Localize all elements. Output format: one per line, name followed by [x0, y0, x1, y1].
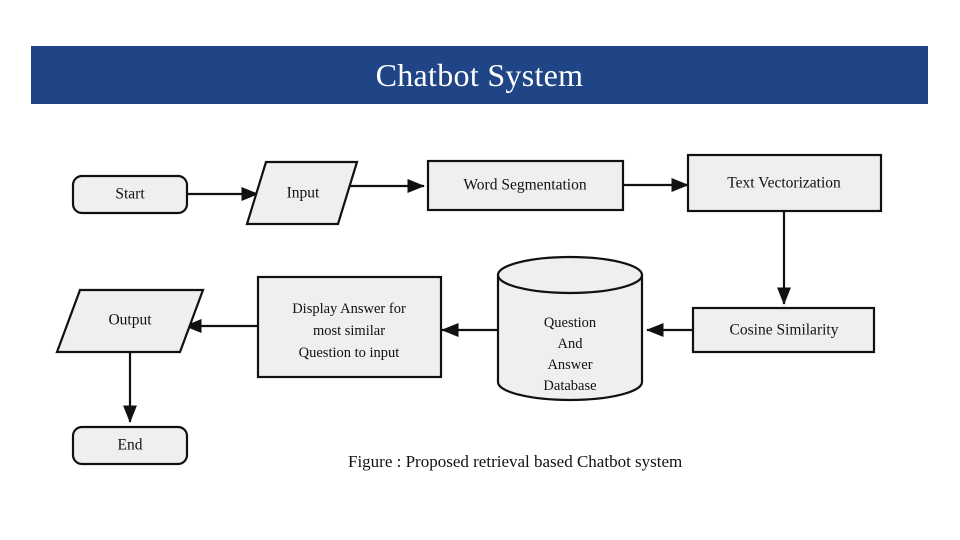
- database-top-shape: [496, 255, 644, 295]
- display-answer-label-line2: most similar: [313, 323, 385, 339]
- node-output[interactable]: Output: [55, 288, 205, 354]
- node-text-vectorization[interactable]: Text Vectorization: [686, 153, 883, 213]
- database-label-line3: Answer: [547, 357, 592, 373]
- output-label: Output: [108, 312, 152, 329]
- figure-caption: Figure : Proposed retrieval based Chatbo…: [348, 452, 683, 471]
- node-word-segmentation[interactable]: Word Segmentation: [426, 159, 625, 212]
- node-database[interactable]: Question And Answer Database: [496, 255, 644, 402]
- node-end[interactable]: End: [71, 425, 189, 466]
- display-answer-label-line1: Display Answer for: [292, 301, 406, 317]
- node-cosine-similarity[interactable]: Cosine Similarity: [691, 306, 876, 354]
- start-label: Start: [115, 186, 145, 203]
- node-input[interactable]: Input: [245, 160, 359, 226]
- end-label: End: [118, 437, 143, 454]
- word-segmentation-label: Word Segmentation: [463, 177, 586, 194]
- database-label-line2: And: [558, 336, 584, 352]
- input-label: Input: [287, 185, 320, 202]
- node-display-answer[interactable]: Display Answer for most similar Question…: [256, 275, 443, 379]
- slide-canvas: Chatbot System Start Input Word Segmenta…: [0, 0, 960, 540]
- node-start[interactable]: Start: [71, 174, 189, 215]
- display-answer-label-line3: Question to input: [299, 345, 400, 361]
- cosine-similarity-label: Cosine Similarity: [730, 322, 839, 339]
- database-label-line4: Database: [543, 378, 596, 394]
- database-label-line1: Question: [544, 315, 597, 331]
- text-vectorization-label: Text Vectorization: [727, 175, 841, 192]
